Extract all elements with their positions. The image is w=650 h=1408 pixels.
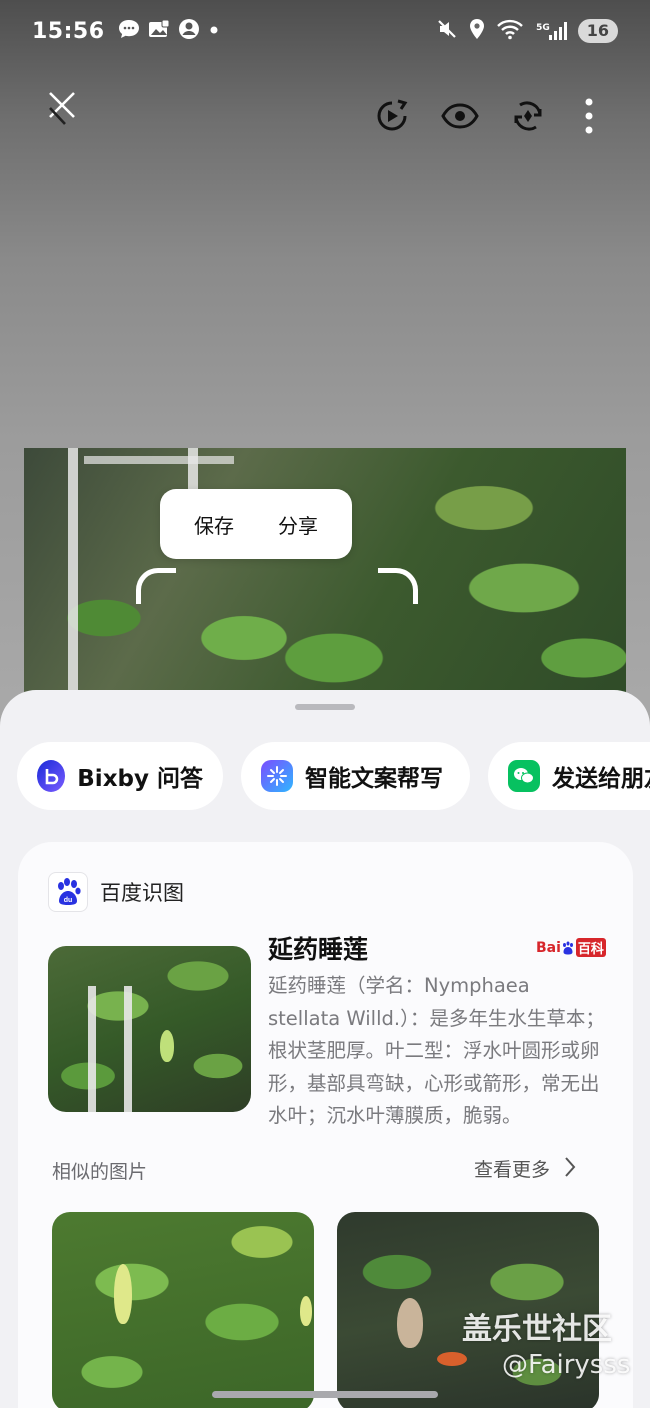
message-icon — [117, 18, 141, 44]
close-button[interactable] — [38, 86, 86, 134]
account-icon — [177, 17, 201, 45]
crop-handle-top-right[interactable] — [378, 568, 418, 604]
result-source-label: 百度识图 — [100, 881, 184, 905]
image-viewer-toolbar — [0, 88, 650, 148]
chip-smart-writing[interactable]: 智能文案帮写 — [241, 742, 470, 810]
result-title: 延药睡莲 — [268, 935, 369, 964]
action-chips-row: Bixby 问答 智能文案帮写 发送给朋友 — [0, 742, 650, 812]
result-thumbnail[interactable] — [48, 946, 251, 1112]
remaster-icon — [511, 99, 545, 137]
photo-railing — [68, 448, 78, 698]
more-options-icon — [584, 97, 594, 139]
result-description: 延药睡莲（学名：Nymphaea stellata Willd.）：是多年生水生… — [268, 974, 605, 1127]
motion-play-icon — [375, 99, 409, 137]
gesture-navigation-bar[interactable] — [212, 1391, 438, 1398]
eye-icon — [441, 103, 479, 133]
close-icon — [45, 88, 79, 132]
writing-assist-icon — [261, 760, 293, 792]
watermark-site: 盖乐世社区 — [462, 1312, 612, 1347]
chip-bixby-qa[interactable]: Bixby 问答 — [17, 742, 223, 810]
location-icon — [468, 18, 486, 44]
svg-text:du: du — [64, 897, 73, 904]
save-button[interactable]: 保存 — [194, 510, 234, 539]
mute-icon — [436, 18, 458, 44]
image-search-sheet: Bixby 问答 智能文案帮写 发送给朋友 du 百度识图 延药睡莲 — [0, 690, 650, 1408]
dot-icon — [207, 22, 221, 41]
baidu-paw-icon: du — [48, 872, 88, 912]
network-type: 5G — [536, 23, 550, 33]
photo-preview[interactable] — [24, 448, 626, 698]
crop-handle-top-left[interactable] — [136, 568, 176, 604]
sheet-drag-handle[interactable] — [295, 704, 355, 710]
motion-play-button[interactable] — [368, 94, 416, 142]
chip-send-to-friend[interactable]: 发送给朋友 — [488, 742, 650, 810]
view-button[interactable] — [436, 94, 484, 142]
wechat-icon — [508, 760, 540, 792]
photo-railing — [84, 456, 234, 464]
similar-image-1[interactable] — [52, 1212, 314, 1408]
watermark-user: @Fairysss — [502, 1350, 631, 1380]
view-more-link[interactable]: 查看更多 — [474, 1155, 576, 1182]
card-header: du 百度识图 — [48, 872, 184, 912]
battery-indicator: 16 — [577, 19, 618, 43]
signal-icon: 5G — [534, 21, 568, 41]
status-time: 15:56 — [32, 18, 105, 44]
more-options-button[interactable] — [565, 94, 613, 142]
lily-bud — [160, 1030, 174, 1062]
baidu-baike-logo: Bai 百科 — [536, 938, 606, 957]
bixby-icon — [37, 760, 66, 792]
gallery-icon — [147, 18, 171, 44]
share-button[interactable]: 分享 — [278, 510, 318, 539]
remaster-button[interactable] — [504, 94, 552, 142]
selection-popup-menu: 保存 分享 — [160, 489, 352, 559]
wifi-icon — [496, 18, 524, 44]
status-bar: 15:56 5G 16 — [0, 0, 650, 62]
similar-images-label: 相似的图片 — [52, 1161, 148, 1183]
baike-paw-icon — [562, 941, 573, 954]
chevron-right-icon — [564, 1156, 576, 1182]
